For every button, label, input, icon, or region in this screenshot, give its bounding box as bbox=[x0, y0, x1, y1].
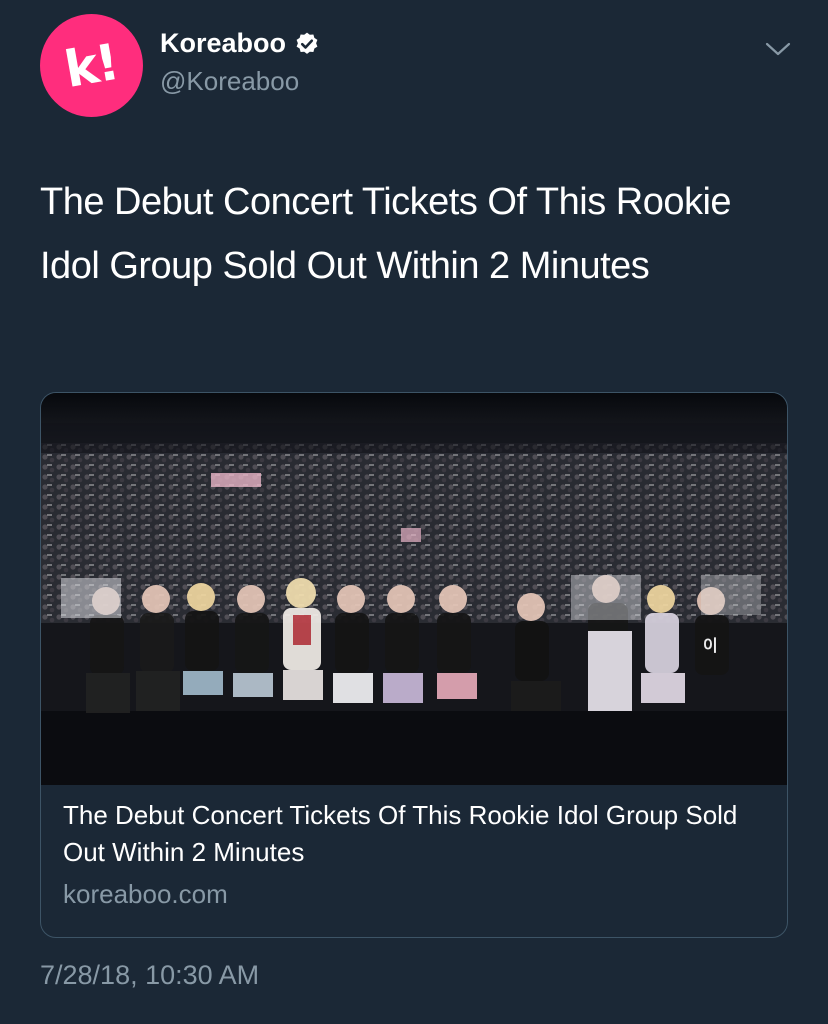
author-name-row[interactable]: Koreaboo bbox=[160, 28, 320, 59]
tweet-timestamp[interactable]: 7/28/18, 10:30 AM bbox=[40, 960, 259, 991]
concert-photo[interactable]: 이 bbox=[41, 393, 787, 785]
display-name[interactable]: Koreaboo bbox=[160, 28, 286, 59]
svg-text:이: 이 bbox=[703, 636, 718, 655]
author-handle[interactable]: @Koreaboo bbox=[160, 66, 299, 97]
card-title[interactable]: The Debut Concert Tickets Of This Rookie… bbox=[63, 797, 763, 871]
card-domain[interactable]: koreaboo.com bbox=[63, 879, 228, 910]
verified-badge-icon bbox=[296, 32, 318, 54]
link-card[interactable]: 이 The Debut Concert Tickets Of This Rook… bbox=[40, 392, 788, 938]
chevron-down-icon[interactable] bbox=[764, 38, 792, 60]
avatar[interactable]: k! bbox=[40, 14, 143, 117]
tweet-text: The Debut Concert Tickets Of This Rookie… bbox=[40, 181, 732, 287]
avatar-logo: k! bbox=[60, 32, 123, 99]
